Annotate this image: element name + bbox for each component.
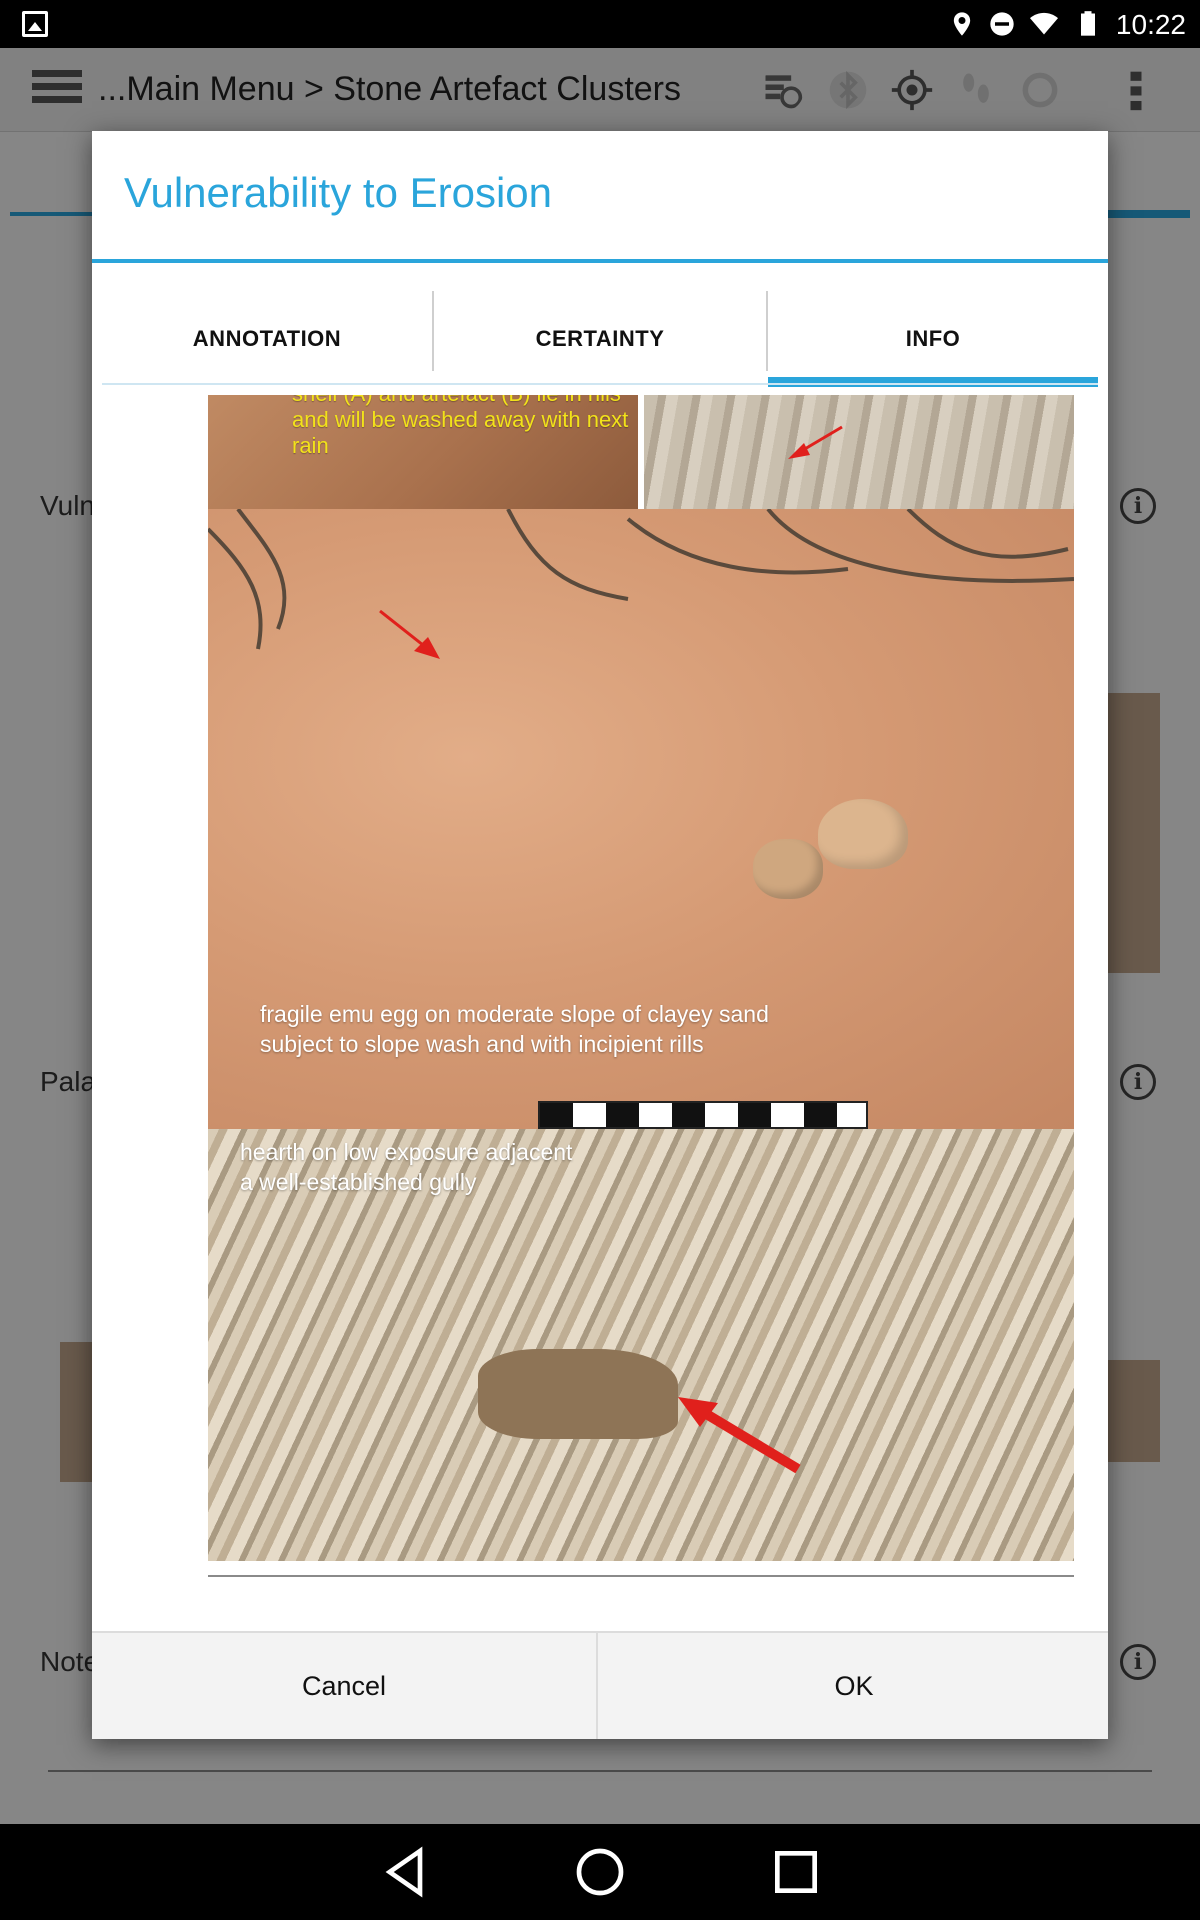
cancel-button[interactable]: Cancel xyxy=(92,1633,598,1739)
recents-icon[interactable] xyxy=(768,1844,824,1900)
tab-info[interactable]: INFO xyxy=(768,291,1098,387)
title-divider xyxy=(92,259,1108,263)
dialog-tabs: ANNOTATION CERTAINTY INFO xyxy=(102,291,1098,389)
erosion-dialog: Vulnerability to Erosion ANNOTATION CERT… xyxy=(92,131,1108,1739)
back-icon[interactable] xyxy=(378,1844,434,1900)
dialog-title: Vulnerability to Erosion xyxy=(124,169,552,216)
wifi-icon xyxy=(1030,12,1058,35)
tab-label: CERTAINTY xyxy=(535,326,665,351)
content-end-rule xyxy=(208,1575,1074,1577)
ok-button[interactable]: OK xyxy=(600,1633,1108,1739)
status-bar: 10:22 xyxy=(0,0,1200,48)
red-arrow-icon xyxy=(788,425,843,459)
photo-caption: shell (A) and artefact (B) lie in rills … xyxy=(292,395,629,458)
selected-tab-indicator xyxy=(768,377,1098,387)
hearth-feature xyxy=(478,1349,678,1439)
battery-icon xyxy=(1081,11,1095,36)
photo-caption: hearth on low exposure adjacent xyxy=(240,1139,573,1165)
gallery-icon xyxy=(22,11,48,37)
clock: 10:22 xyxy=(1115,9,1186,40)
emu-egg-fragment xyxy=(753,839,823,899)
navigation-bar xyxy=(0,1824,1200,1920)
tab-annotation[interactable]: ANNOTATION xyxy=(102,291,434,387)
emu-egg-shell xyxy=(818,799,908,869)
do-not-disturb-icon xyxy=(990,12,1014,36)
shrub-branches xyxy=(208,509,1074,650)
red-arrow-icon xyxy=(379,609,440,659)
home-icon[interactable] xyxy=(572,1844,628,1900)
info-content-scroll[interactable]: shell (A) and artefact (B) lie in rills … xyxy=(112,395,1088,1609)
red-arrow-icon xyxy=(678,1397,801,1474)
photo-caption: fragile emu egg on moderate slope of cla… xyxy=(260,1001,769,1027)
tab-label: ANNOTATION xyxy=(192,326,342,351)
tab-label: INFO xyxy=(905,326,961,351)
location-icon xyxy=(953,12,971,36)
scale-bar xyxy=(538,1101,868,1129)
tab-certainty[interactable]: CERTAINTY xyxy=(434,291,768,387)
dialog-button-bar: Cancel OK xyxy=(92,1631,1108,1739)
hearth-gully-photo: hearth on low exposure adjacent a well-e… xyxy=(208,1129,1074,1561)
emu-egg-photo: fragile emu egg on moderate slope of cla… xyxy=(208,509,1074,1129)
rill-photo: shell (A) and artefact (B) lie in rills … xyxy=(208,395,638,509)
photo-caption: a well-established gully xyxy=(240,1169,477,1195)
photo-caption: subject to slope wash and with incipient… xyxy=(260,1031,704,1057)
rill-closeup-photo xyxy=(644,395,1074,509)
